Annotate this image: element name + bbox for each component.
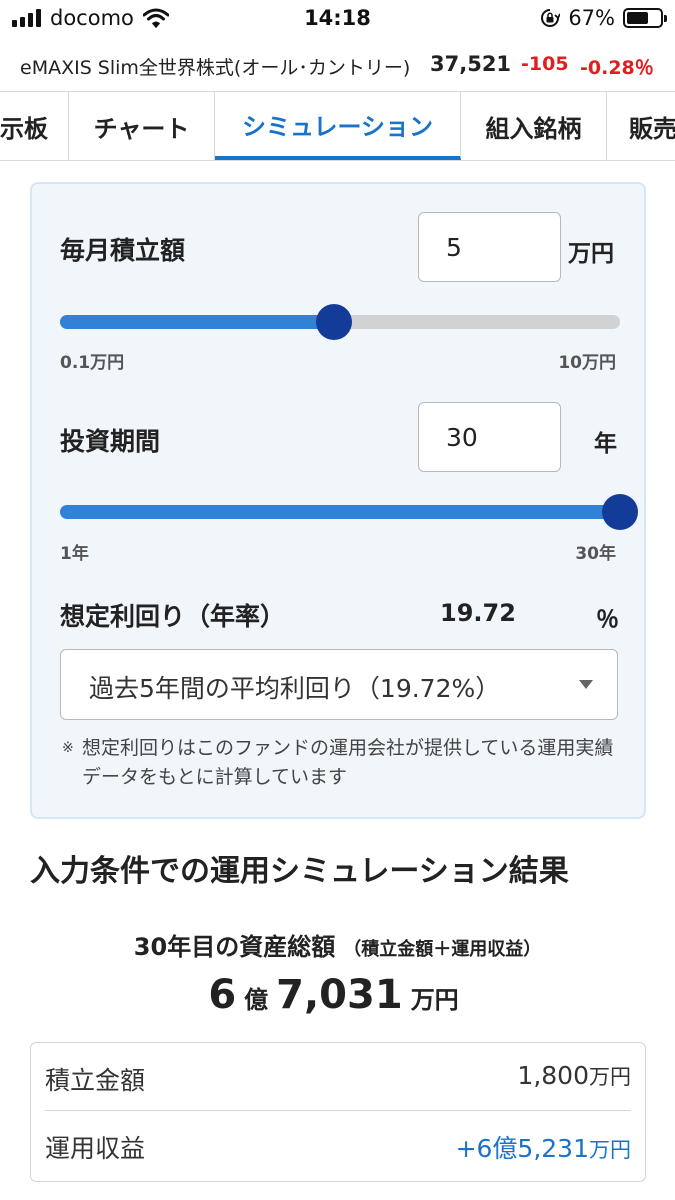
battery-level (627, 12, 649, 24)
expected-return-unit: ％ (596, 607, 619, 633)
results-breakdown: 積立金額 1,800万円 運用収益 +6億5,231万円 (30, 1042, 646, 1182)
contributions-label: 積立金額 (45, 1066, 146, 1095)
status-right: 67% (540, 6, 667, 30)
returns-value: +6億5,231 (455, 1134, 589, 1163)
contributions-amount: 1,800万円 (517, 1061, 631, 1091)
total-assets-label-main: 30年目の資産総額 (133, 933, 336, 961)
fund-change-percent: -0.28％ (580, 57, 654, 79)
return-basis-select[interactable]: 過去5年間の平均利回り（19.72%） (60, 649, 618, 720)
note-mark: ※ (62, 740, 74, 756)
fund-name: eMAXIS Slim全世界株式(オール･カントリー) (20, 57, 411, 79)
total-oku-value: 6 (208, 972, 237, 1018)
tab-chart[interactable]: チャート (69, 92, 215, 160)
total-man-value: 7,031 (276, 972, 403, 1018)
investment-period-slider-handle[interactable] (602, 494, 638, 530)
calculation-note: ※ 想定利回りはこのファンドの運用会社が提供している運用実績データをもとに計算し… (62, 734, 622, 792)
breakdown-row-contributions: 積立金額 1,800万円 (45, 1043, 631, 1111)
expected-return-value: 19.72 (440, 599, 516, 627)
battery-icon (623, 8, 667, 28)
battery-percent: 67% (568, 6, 615, 30)
monthly-amount-min-label: 0.1万円 (60, 353, 125, 373)
tab-simulation[interactable]: シミュレーション (215, 92, 461, 160)
investment-period-max-label: 30年 (575, 544, 616, 564)
investment-period-slider-fill (60, 505, 620, 519)
expected-return-label: 想定利回り（年率） (60, 602, 286, 631)
total-man-unit: 万円 (410, 986, 459, 1014)
contributions-unit: 万円 (589, 1065, 631, 1089)
investment-period-slider[interactable] (60, 494, 638, 530)
tab-sellers[interactable]: 販売会社 (607, 92, 675, 160)
total-assets-label-sub: （積立金額＋運用収益） (343, 939, 542, 960)
monthly-amount-slider-fill (60, 315, 335, 329)
results-title: 入力条件での運用シミュレーション結果 (30, 854, 569, 889)
dropdown-arrow-icon (579, 680, 593, 689)
total-oku-unit: 億 (244, 986, 269, 1014)
monthly-amount-max-label: 10万円 (558, 353, 616, 373)
status-bar: docomo 14:18 67% (0, 0, 675, 38)
tab-bulletin-board[interactable]: 掲示板 (0, 92, 69, 160)
note-text: 想定利回りはこのファンドの運用会社が提供している運用実績データをもとに計算してい… (82, 737, 614, 788)
total-assets-label: 30年目の資産総額 （積立金額＋運用収益） (0, 927, 675, 962)
investment-period-label: 投資期間 (60, 427, 161, 456)
monthly-amount-slider[interactable] (60, 304, 620, 340)
monthly-amount-label: 毎月積立額 (60, 236, 186, 265)
fund-header: eMAXIS Slim全世界株式(オール･カントリー) 37,521 -105 … (0, 48, 675, 88)
investment-period-input[interactable]: 30 (418, 402, 561, 472)
tab-bar: 掲示板 チャート シミュレーション 組入銘柄 販売会社 (0, 91, 675, 161)
total-assets-amount: 6 億 7,031 万円 (0, 972, 675, 1018)
returns-unit: 万円 (589, 1138, 631, 1162)
monthly-amount-unit: 万円 (568, 241, 614, 267)
contributions-value: 1,800 (517, 1061, 589, 1090)
tab-holdings[interactable]: 組入銘柄 (461, 92, 607, 160)
rotation-lock-icon (541, 9, 561, 27)
investment-period-min-label: 1年 (60, 544, 89, 564)
monthly-amount-input[interactable]: 5 (418, 212, 561, 282)
return-basis-selected-value: 過去5年間の平均利回り（19.72%） (89, 674, 501, 703)
breakdown-row-returns: 運用収益 +6億5,231万円 (45, 1111, 631, 1179)
investment-period-unit: 年 (594, 431, 617, 457)
fund-price: 37,521 (430, 52, 512, 76)
simulation-panel: 毎月積立額 5 万円 0.1万円 10万円 投資期間 30 年 1年 30年 想… (30, 182, 646, 819)
fund-change: -105 (521, 53, 569, 75)
monthly-amount-slider-handle[interactable] (316, 304, 353, 340)
returns-amount: +6億5,231万円 (456, 1129, 631, 1165)
returns-label: 運用収益 (45, 1134, 146, 1163)
